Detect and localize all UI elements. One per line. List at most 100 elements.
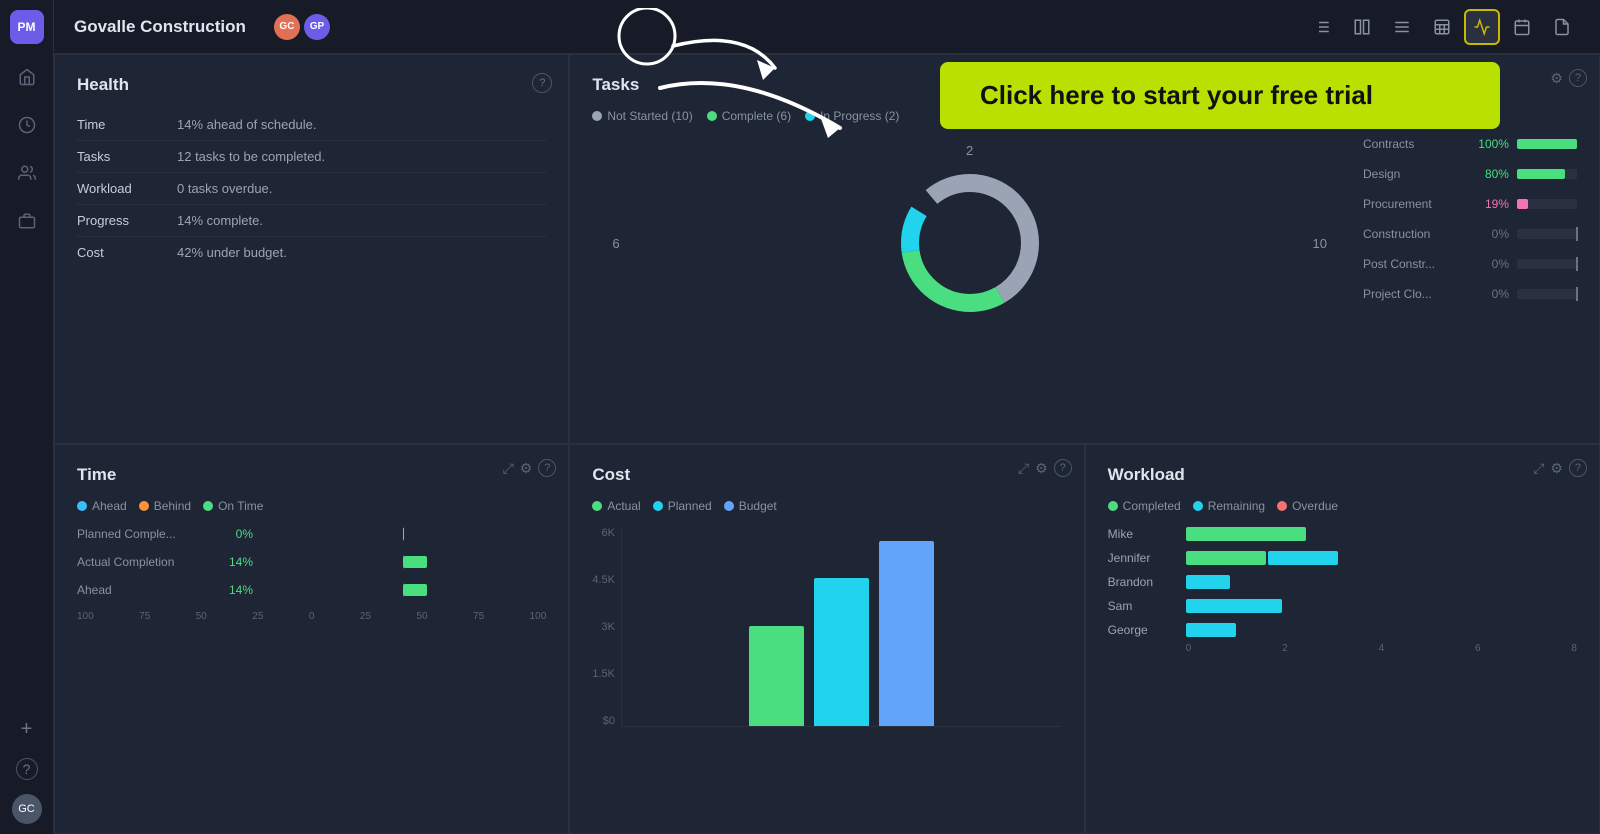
bar-row-post-constr: Post Constr... 0%	[1363, 257, 1577, 271]
workload-legend: Completed Remaining Overdue	[1108, 499, 1577, 513]
legend-dot-in-progress	[805, 111, 815, 121]
legend-dot-complete	[707, 111, 717, 121]
workload-row-george: George	[1108, 623, 1577, 637]
donut-label-top: 2	[966, 143, 973, 158]
cost-y-axis: 6K 4.5K 3K 1.5K $0	[592, 527, 621, 727]
bar-row-project-close: Project Clo... 0%	[1363, 287, 1577, 301]
time-panel-icons: ⤢ ⚙ ?	[503, 459, 557, 477]
sidebar-add-button[interactable]: +	[12, 714, 42, 744]
calendar-view-button[interactable]	[1504, 9, 1540, 45]
workload-row-brandon: Brandon	[1108, 575, 1577, 589]
tasks-help-icon[interactable]: ?	[1569, 69, 1587, 87]
tasks-donut-container: 2 6 10	[592, 133, 1347, 353]
tasks-settings-icon[interactable]: ⚙	[1550, 70, 1563, 87]
tasks-bars: Contracts 100% Design 80% Procurement 19…	[1347, 133, 1577, 353]
brandon-remaining-bar	[1186, 575, 1230, 589]
health-panel: Health ? Time 14% ahead of schedule. Tas…	[54, 54, 569, 444]
sidebar-user-avatar[interactable]: GC	[12, 794, 42, 824]
sidebar-item-time[interactable]	[12, 110, 42, 140]
columns-view-button[interactable]	[1344, 9, 1380, 45]
rows-view-button[interactable]	[1384, 9, 1420, 45]
list-view-button[interactable]	[1304, 9, 1340, 45]
legend-not-started: Not Started (10)	[592, 109, 692, 123]
tasks-panel-icons: ⚙ ?	[1550, 69, 1587, 87]
legend-ahead: Ahead	[77, 499, 127, 513]
sidebar-item-portfolio[interactable]	[12, 206, 42, 236]
time-row-actual: Actual Completion 14%	[77, 555, 546, 569]
jennifer-completed-bar	[1186, 551, 1266, 565]
cost-legend: Actual Planned Budget	[592, 499, 1061, 513]
workload-row-mike: Mike	[1108, 527, 1577, 541]
legend-planned: Planned	[653, 499, 712, 513]
legend-dot-not-started	[592, 111, 602, 121]
avatar-gp[interactable]: GP	[304, 14, 330, 40]
health-label-tasks: Tasks	[77, 141, 177, 173]
header-toolbar	[1304, 9, 1580, 45]
health-row-tasks: Tasks 12 tasks to be completed.	[77, 141, 546, 173]
workload-expand-icon[interactable]: ⤢	[1533, 460, 1544, 477]
sidebar-item-people[interactable]	[12, 158, 42, 188]
free-trial-banner[interactable]: Click here to start your free trial	[940, 62, 1500, 129]
health-value-progress: 14% complete.	[177, 205, 546, 237]
cost-chart: 6K 4.5K 3K 1.5K $0	[592, 527, 1061, 727]
health-label-progress: Progress	[77, 205, 177, 237]
bar-row-construction: Construction 0%	[1363, 227, 1577, 241]
health-label-time: Time	[77, 109, 177, 141]
mike-completed-bar	[1186, 527, 1306, 541]
health-value-workload: 0 tasks overdue.	[177, 173, 546, 205]
time-bars: Planned Comple... 0% Actual Completion 1…	[77, 527, 546, 597]
bar-row-contracts: Contracts 100%	[1363, 137, 1577, 151]
workload-row-sam: Sam	[1108, 599, 1577, 613]
bar-row-design: Design 80%	[1363, 167, 1577, 181]
time-axis: 100 75 50 25 0 25 50 75 100	[77, 611, 546, 622]
legend-on-time: On Time	[203, 499, 263, 513]
sidebar-help-icon[interactable]: ?	[16, 758, 38, 780]
free-trial-text: Click here to start your free trial	[980, 80, 1373, 110]
header: Govalle Construction GC GP	[54, 0, 1600, 54]
cost-bar-budget	[879, 541, 934, 726]
cost-bar-planned	[814, 578, 869, 726]
health-value-time: 14% ahead of schedule.	[177, 109, 546, 141]
cost-expand-icon[interactable]: ⤢	[1018, 460, 1029, 477]
legend-remaining: Remaining	[1193, 499, 1265, 513]
tasks-donut-chart	[890, 163, 1050, 323]
time-legend: Ahead Behind On Time	[77, 499, 546, 513]
app-logo[interactable]: PM	[10, 10, 44, 44]
workload-x-axis: 0 2 4 6 8	[1108, 643, 1577, 654]
legend-behind: Behind	[139, 499, 191, 513]
doc-view-button[interactable]	[1544, 9, 1580, 45]
avatar-gc[interactable]: GC	[274, 14, 300, 40]
dashboard-view-button[interactable]	[1464, 9, 1500, 45]
health-help-icon[interactable]: ?	[532, 73, 552, 93]
health-label-workload: Workload	[77, 173, 177, 205]
legend-budget: Budget	[724, 499, 777, 513]
cost-panel-icons: ⤢ ⚙ ?	[1018, 459, 1072, 477]
cost-title: Cost	[592, 465, 1061, 485]
sidebar: PM + ? GC	[0, 0, 54, 834]
table-view-button[interactable]	[1424, 9, 1460, 45]
legend-complete: Complete (6)	[707, 109, 791, 123]
time-expand-icon[interactable]: ⤢	[503, 460, 514, 477]
donut-label-left: 6	[612, 236, 619, 251]
time-settings-icon[interactable]: ⚙	[520, 460, 533, 477]
sam-remaining-bar	[1186, 599, 1282, 613]
cost-settings-icon[interactable]: ⚙	[1035, 460, 1048, 477]
health-row-cost: Cost 42% under budget.	[77, 237, 546, 269]
time-help-icon[interactable]: ?	[538, 459, 556, 477]
cost-help-icon[interactable]: ?	[1054, 459, 1072, 477]
health-row-workload: Workload 0 tasks overdue.	[77, 173, 546, 205]
health-title: Health	[77, 75, 546, 95]
workload-panel: Workload ⤢ ⚙ ? Completed Remaining Overd…	[1085, 444, 1600, 834]
project-title: Govalle Construction	[74, 17, 246, 37]
george-remaining-bar	[1186, 623, 1236, 637]
workload-settings-icon[interactable]: ⚙	[1550, 460, 1563, 477]
legend-completed: Completed	[1108, 499, 1181, 513]
workload-help-icon[interactable]: ?	[1569, 459, 1587, 477]
bar-row-procurement: Procurement 19%	[1363, 197, 1577, 211]
header-avatars: GC GP	[274, 14, 330, 40]
legend-in-progress: In Progress (2)	[805, 109, 899, 123]
sidebar-item-home[interactable]	[12, 62, 42, 92]
tasks-content: 2 6 10 Contracts	[592, 133, 1577, 353]
time-row-planned: Planned Comple... 0%	[77, 527, 546, 541]
time-row-ahead: Ahead 14%	[77, 583, 546, 597]
